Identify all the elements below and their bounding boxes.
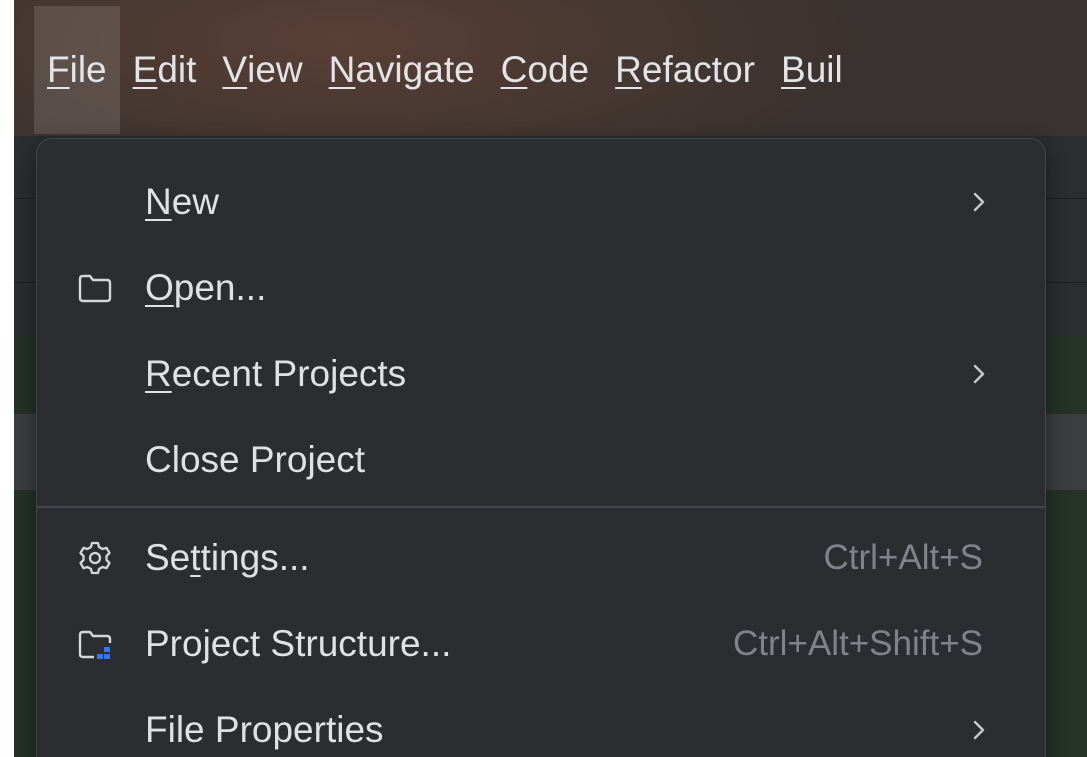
menu-code[interactable]: Code — [488, 6, 602, 134]
menu-item-new-mnemonic: N — [145, 181, 172, 222]
menu-file-label: ile — [69, 49, 107, 90]
menu-build-mnemonic: B — [781, 49, 806, 90]
window-edge — [0, 0, 14, 757]
menu-item-close-project[interactable]: Close Project — [37, 417, 1045, 503]
menu-view-label: iew — [247, 49, 303, 90]
menu-item-project-structure[interactable]: Project Structure... Ctrl+Alt+Shift+S — [37, 601, 1045, 687]
menu-edit[interactable]: Edit — [120, 6, 210, 134]
menu-item-recent-projects[interactable]: Recent Projects — [37, 331, 1045, 417]
chevron-right-icon — [973, 720, 985, 740]
menu-file-mnemonic: F — [47, 49, 70, 90]
menu-item-new[interactable]: New — [37, 159, 1045, 245]
menu-view-mnemonic: V — [222, 49, 248, 90]
menu-item-file-properties-label: File Properties — [145, 709, 384, 750]
menu-item-project-structure-label: Project Structure... — [145, 623, 452, 664]
menu-item-settings[interactable]: Settings... Ctrl+Alt+S — [37, 515, 1045, 601]
menu-item-file-properties[interactable]: File Properties — [37, 687, 1045, 757]
menu-edit-label: dit — [157, 49, 197, 90]
menu-item-settings-text: tings... — [200, 537, 310, 578]
gear-icon — [77, 540, 113, 576]
menu-code-label: ode — [527, 49, 590, 90]
chevron-right-icon — [973, 192, 985, 212]
menu-refactor-mnemonic: R — [615, 49, 642, 90]
menu-build-label: uil — [805, 49, 843, 90]
chevron-right-icon — [973, 364, 985, 384]
menu-navigate[interactable]: Navigate — [316, 6, 488, 134]
menu-refactor[interactable]: Refactor — [602, 6, 768, 134]
project-structure-icon — [77, 626, 113, 662]
menu-build[interactable]: Buil — [768, 6, 856, 134]
menu-bar-items: File Edit View Navigate Code Refactor Bu… — [34, 6, 856, 134]
menu-item-settings-text-pre: Se — [145, 537, 191, 578]
menu-code-mnemonic: C — [500, 49, 528, 90]
menu-item-open-text: pen... — [173, 267, 267, 308]
menu-item-project-structure-shortcut: Ctrl+Alt+Shift+S — [733, 624, 983, 663]
menu-file[interactable]: File — [34, 6, 120, 134]
menu-item-recent-projects-mnemonic: R — [145, 353, 172, 394]
menu-separator — [37, 506, 1045, 508]
menu-item-new-text: ew — [171, 181, 220, 222]
menu-item-open-label: Open... — [145, 267, 266, 309]
menu-item-new-label: New — [145, 181, 219, 223]
menu-item-recent-projects-label: Recent Projects — [145, 353, 406, 395]
menu-refactor-label: efactor — [641, 49, 755, 90]
main-menu-bar: File Edit View Navigate Code Refactor Bu… — [14, 0, 1087, 136]
menu-item-settings-shortcut: Ctrl+Alt+S — [823, 538, 984, 577]
file-menu-dropdown: New Open... Recent Projects Close Projec… — [36, 138, 1046, 757]
menu-item-settings-mnemonic: t — [190, 537, 201, 578]
menu-edit-mnemonic: E — [132, 49, 158, 90]
menu-item-open[interactable]: Open... — [37, 245, 1045, 331]
menu-view[interactable]: View — [209, 6, 315, 134]
menu-navigate-mnemonic: N — [328, 49, 356, 90]
ide-window: File Edit View Navigate Code Refactor Bu… — [0, 0, 1087, 757]
menu-item-open-mnemonic: O — [145, 267, 174, 308]
menu-item-settings-label: Settings... — [145, 537, 310, 579]
menu-navigate-label: avigate — [355, 49, 475, 90]
menu-item-close-project-label: Close Project — [145, 439, 366, 480]
folder-icon — [77, 270, 113, 306]
menu-item-recent-projects-text: ecent Projects — [171, 353, 407, 394]
